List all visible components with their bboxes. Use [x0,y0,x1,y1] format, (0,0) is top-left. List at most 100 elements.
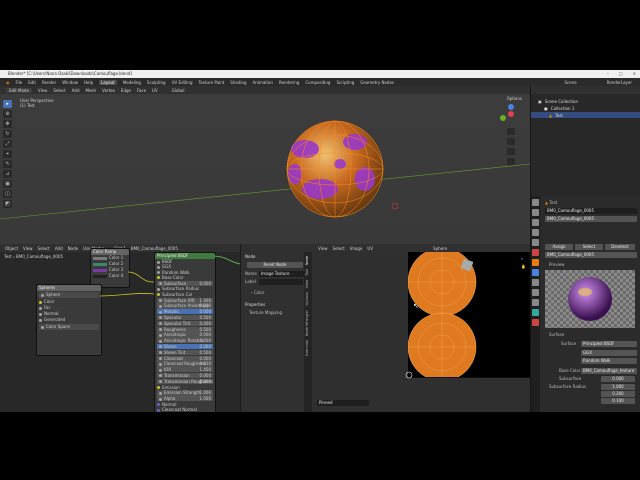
3d-viewport[interactable]: ▸ ⊕ ✥ ↻ ⤢ ⌖ ✎ ⊿ ▣ ◫ ◩ User Perspective (1) Test Op… [0,94,530,244]
socket-icon[interactable] [159,380,162,384]
socket-icon[interactable] [157,276,160,280]
scene-tab-icon[interactable] [532,239,539,246]
sidebar-tab-tool[interactable]: Tool [305,269,309,276]
socket-icon[interactable] [157,386,160,390]
z-axis-icon[interactable] [508,104,514,110]
uv-menu-uv[interactable]: UV [367,246,373,251]
inset-icon[interactable]: ◫ [3,190,12,198]
bsdf-input-row[interactable]: Clearcoat Roughness 0.030 [157,361,213,367]
blender-logo-icon[interactable]: ◉ [6,80,10,85]
socket-icon[interactable] [157,265,160,269]
uv-menu-view[interactable]: View [318,246,328,251]
bsdf-input-row[interactable]: Clearcoat Normal [155,407,215,412]
workspace-tab-scripting[interactable]: Scripting [336,80,354,85]
menu-window[interactable]: Window [62,80,78,85]
node-name-field[interactable]: Image Texture [259,271,305,277]
outliner-object-test[interactable]: ▲ Test [531,112,640,118]
subsurface-field[interactable]: 0.000 [601,376,635,382]
rotate-icon[interactable]: ↻ [3,130,12,138]
viewport-menu-edge[interactable]: Edge [121,88,131,93]
color-swatch[interactable] [93,262,107,266]
radius-y-field[interactable]: 0.200 [601,391,635,397]
move-icon[interactable]: ✥ [3,120,12,128]
node-section-header[interactable]: Node [245,254,255,259]
output-tab-icon[interactable] [532,219,539,226]
view-layer-tab-icon[interactable] [532,229,539,236]
subsurface-method-dropdown[interactable]: Random Walk [581,358,637,364]
socket-icon[interactable] [41,293,44,297]
bsdf-input-row[interactable]: Base Color [155,275,215,280]
menu-file[interactable]: File [16,80,23,85]
node-menu-node[interactable]: Node [68,246,78,251]
mode-selector[interactable]: Edit Mode [6,87,32,93]
constraints-tab-icon[interactable] [532,299,539,306]
socket-icon[interactable] [39,300,42,304]
bsdf-input-row[interactable]: Transmission 0.000 [157,372,213,379]
sidebar-tab-sverchok[interactable]: Sverchok [305,340,309,356]
socket-icon[interactable] [41,325,44,329]
socket-icon[interactable] [159,345,162,349]
ortho-grid-icon[interactable] [507,158,515,165]
socket-icon[interactable] [157,287,160,291]
assign-button[interactable]: Assign [545,244,573,250]
bsdf-input-row[interactable]: Subsurface 0.000 [157,280,213,286]
workspace-tab-compositing[interactable]: Compositing [305,80,330,85]
bsdf-input-row[interactable]: Anisotropic Rotation 0.000 [157,338,213,344]
workspace-tab-layout[interactable]: Layout [99,79,117,85]
material-datablock[interactable]: BM0_Camouflage_0005 [545,252,637,258]
close-icon[interactable]: ✕ [633,71,636,76]
bsdf-input-row[interactable]: Sheen Tint 0.500 [157,349,213,356]
workspace-tab-animation[interactable]: Animation [253,80,273,85]
workspace-tab-rendering[interactable]: Rendering [279,80,299,85]
workspace-tab-modeling[interactable]: Modeling [123,80,141,85]
zoom-icon[interactable] [507,128,515,135]
socket-icon[interactable] [159,304,162,308]
maximize-icon[interactable]: □ [619,71,623,76]
socket-icon[interactable] [159,328,162,332]
bsdf-input-row[interactable]: Transmission Roughness 0.000 [157,378,213,385]
material-tab-icon[interactable] [532,319,539,326]
socket-icon[interactable] [159,310,162,314]
bsdf-input-row[interactable]: Clearcoat 0.000 [157,355,213,361]
workspace-tab-shading[interactable]: Shading [230,80,246,85]
node-label-field[interactable] [259,279,303,285]
socket-icon[interactable] [159,362,162,366]
principled-bsdf-node[interactable]: Principled BSDF BSDF GGX Random Walk Base C… [154,252,216,412]
node-socket-row[interactable]: Sphere [39,292,99,298]
node-menu-select[interactable]: Select [38,246,50,251]
socket-icon[interactable] [157,408,160,412]
socket-icon[interactable] [39,318,42,322]
world-tab-icon[interactable] [532,249,539,256]
socket-icon[interactable] [159,322,162,326]
workspace-tab-uv-editing[interactable]: UV Editing [172,80,193,85]
texture-mapping-subpanel[interactable]: Texture Mapping [249,310,282,315]
cursor-icon[interactable]: ⊕ [3,110,12,118]
color-swatch[interactable] [93,274,107,278]
node-socket-row[interactable]: Generated [37,317,101,323]
color-subpanel[interactable]: › Color [251,290,264,295]
extrude-icon[interactable]: ▣ [3,180,12,188]
select-button[interactable]: Select [575,244,603,250]
socket-icon[interactable] [159,397,162,401]
socket-icon[interactable] [159,333,162,337]
preview-header[interactable]: Preview [549,262,565,267]
bsdf-input-row[interactable]: Roughness 0.500 [157,326,213,332]
socket-icon[interactable] [39,312,42,316]
socket-icon[interactable] [159,282,162,286]
bsdf-input-row[interactable]: Emission Strength 1.000 [157,390,213,396]
outliner-scene-collection[interactable]: ▣ Scene Collection [535,98,578,104]
color-swatch[interactable] [93,256,107,260]
workspace-tab-sculpting[interactable]: Sculpting [147,80,166,85]
material-dropdown[interactable]: BM0_Camouflage_0005 [131,246,178,251]
x-axis-icon[interactable] [508,111,514,117]
annotate-icon[interactable]: ✎ [3,160,12,168]
node-menu-add[interactable]: Add [55,246,63,251]
color-ramp-node[interactable]: Color Ramp Color 1 Color 2 Color 3 Color 4 [90,248,130,288]
bsdf-input-row[interactable]: Sheen 0.000 [157,343,213,350]
socket-icon[interactable] [159,299,162,303]
y-axis-icon[interactable] [500,115,506,121]
distribution-dropdown[interactable]: GGX [581,350,637,356]
socket-icon[interactable] [159,368,162,372]
reset-node-button[interactable]: Reset Node [247,262,303,268]
scene-selector[interactable]: Scene [564,80,576,85]
